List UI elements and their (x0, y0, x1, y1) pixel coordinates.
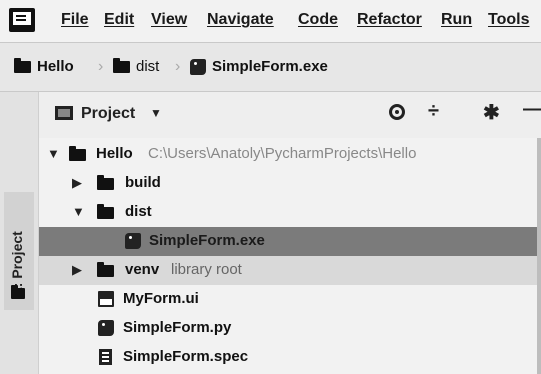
python-file-icon (98, 320, 114, 336)
tree-row-simpleform-spec[interactable]: SimpleForm.spec (39, 343, 541, 372)
locate-file-icon[interactable] (389, 104, 405, 120)
folder-icon (97, 262, 114, 277)
tool-window-strip: 1: Project (0, 92, 39, 374)
folder-icon (11, 285, 25, 299)
tree-row-venv[interactable]: ▶ venv library root (39, 256, 541, 285)
tree-item-name: Hello (96, 145, 133, 162)
tree-item-path: C:\Users\Anatoly\PycharmProjects\Hello (148, 145, 417, 162)
tree-item-name: SimpleForm.exe (149, 232, 265, 249)
project-panel-header: Project ▼ ÷ ✱ — (39, 92, 541, 139)
breadcrumb-item-hello[interactable]: Hello (14, 57, 74, 75)
tree-item-name: venv (125, 261, 160, 278)
tree-row-build[interactable]: ▶ build (39, 169, 541, 198)
gear-icon[interactable]: ✱ (483, 100, 500, 125)
breadcrumb-separator-icon: › (98, 58, 104, 75)
menu-run[interactable]: Run (441, 11, 472, 29)
project-tool-tab[interactable]: 1: Project (4, 192, 34, 310)
menu-edit[interactable]: Edit (104, 11, 134, 29)
collapse-all-icon[interactable]: ÷ (428, 100, 439, 123)
breadcrumb-item-simpleform-exe[interactable]: SimpleForm.exe (190, 58, 328, 75)
breadcrumb-item-dist[interactable]: dist (113, 57, 160, 75)
breadcrumb: Hello › dist › SimpleForm.exe (0, 43, 541, 92)
expand-arrow-icon[interactable]: ▶ (72, 175, 82, 191)
breadcrumb-separator-icon: › (175, 58, 181, 75)
menu-code[interactable]: Code (298, 11, 338, 29)
tree-scrollbar[interactable] (537, 138, 541, 374)
tree-item-note: library root (171, 261, 242, 278)
tree-item-name: build (125, 174, 161, 191)
menu-file[interactable]: File (61, 11, 89, 29)
tree-item-name: SimpleForm.spec (123, 348, 249, 365)
tree-row-simpleform-py[interactable]: SimpleForm.py (39, 314, 541, 343)
ui-file-icon (98, 291, 114, 307)
expand-arrow-icon[interactable]: ▼ (72, 204, 85, 219)
pycharm-app-icon[interactable] (9, 8, 35, 32)
menu-tools[interactable]: Tools (488, 11, 529, 29)
tree-row-hello[interactable]: ▼ Hello C:\Users\Anatoly\PycharmProjects… (39, 140, 541, 169)
folder-icon (69, 146, 86, 161)
folder-icon (97, 204, 114, 219)
minimize-icon[interactable]: — (523, 98, 541, 121)
tree-item-name: MyForm.ui (123, 290, 199, 307)
caret-down-icon[interactable]: ▼ (150, 106, 162, 120)
expand-arrow-icon[interactable]: ▶ (72, 262, 82, 278)
project-view-icon (55, 106, 73, 120)
breadcrumb-label: Hello (37, 58, 74, 75)
folder-icon (113, 57, 130, 73)
tree-row-simpleform-exe[interactable]: SimpleForm.exe (39, 227, 541, 256)
folder-icon (14, 57, 31, 73)
breadcrumb-label: dist (136, 58, 160, 75)
tree-item-name: dist (125, 203, 152, 220)
menu-refactor[interactable]: Refactor (357, 11, 422, 29)
menu-navigate[interactable]: Navigate (207, 11, 274, 29)
expand-arrow-icon[interactable]: ▼ (47, 146, 60, 161)
project-tree: ▼ Hello C:\Users\Anatoly\PycharmProjects… (39, 138, 541, 374)
folder-icon (97, 175, 114, 190)
breadcrumb-label: SimpleForm.exe (212, 58, 328, 75)
panel-title[interactable]: Project (81, 105, 135, 123)
python-exe-icon (190, 58, 206, 75)
python-exe-icon (125, 233, 141, 249)
tree-item-name: SimpleForm.py (123, 319, 232, 336)
text-file-icon (99, 349, 112, 365)
tree-row-myform-ui[interactable]: MyForm.ui (39, 285, 541, 314)
tree-row-dist[interactable]: ▼ dist (39, 198, 541, 227)
menu-view[interactable]: View (151, 11, 187, 29)
menu-bar: File Edit View Navigate Code Refactor Ru… (0, 0, 541, 43)
